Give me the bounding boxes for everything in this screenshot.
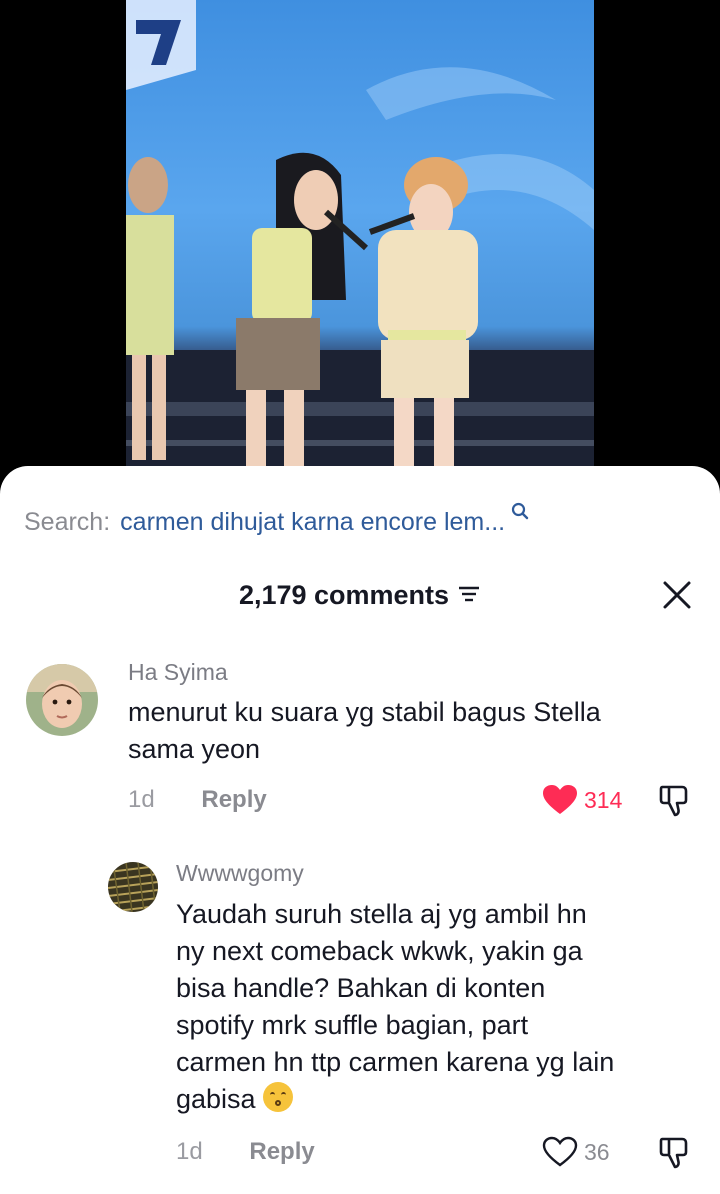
comment-text-line: gabisa bbox=[176, 1081, 614, 1118]
thumbs-down-icon[interactable] bbox=[658, 784, 694, 818]
like-button[interactable]: 36 bbox=[542, 1136, 610, 1168]
dislike-button[interactable] bbox=[658, 1136, 694, 1175]
comment-text: Yaudah suruh stella aj yg ambil hn ny ne… bbox=[176, 896, 614, 1118]
comment-username[interactable]: Wwwwgomy bbox=[176, 860, 304, 887]
like-count: 36 bbox=[584, 1138, 610, 1165]
comment-text-line: spotify mrk suffle bagian, part bbox=[176, 1010, 529, 1040]
comment-text-line: menurut ku suara yg stabil bagus Stella bbox=[128, 697, 601, 727]
comments-sheet: Search: carmen dihujat karna encore lem.… bbox=[0, 466, 720, 1194]
search-icon[interactable] bbox=[511, 498, 529, 527]
like-count: 314 bbox=[584, 786, 623, 813]
dislike-button[interactable] bbox=[658, 784, 694, 823]
comment-text-line: carmen hn ttp carmen karena yg lain bbox=[176, 1047, 615, 1077]
comment-meta: 1d Reply bbox=[128, 786, 267, 814]
comment-text-line: bisa handle? Bahkan di konten bbox=[176, 973, 546, 1003]
avatar[interactable] bbox=[26, 664, 98, 736]
sort-filter-icon[interactable] bbox=[457, 580, 481, 611]
like-button[interactable]: 314 bbox=[542, 784, 622, 816]
reply-button[interactable]: Reply bbox=[249, 1138, 314, 1165]
comment-text-line: sama yeon bbox=[128, 734, 261, 764]
thumbs-down-icon[interactable] bbox=[658, 1136, 694, 1170]
heart-outline-icon[interactable] bbox=[542, 1136, 578, 1168]
video-still-image bbox=[126, 0, 594, 466]
search-suggestion[interactable]: Search: carmen dihujat karna encore lem.… bbox=[24, 502, 529, 540]
comment-time: 1d bbox=[128, 786, 155, 813]
avatar[interactable] bbox=[108, 862, 158, 912]
comment-count-label: 2,179 comments bbox=[238, 580, 450, 610]
close-icon[interactable] bbox=[660, 578, 694, 612]
video-player[interactable] bbox=[0, 0, 720, 500]
comment-username[interactable]: Ha Syima bbox=[128, 659, 228, 686]
close-button[interactable] bbox=[660, 578, 694, 612]
comment-text: menurut ku suara yg stabil bagus Stella … bbox=[128, 694, 601, 768]
search-query-link[interactable]: carmen dihujat karna encore lem... bbox=[120, 508, 505, 537]
comment-meta: 1d Reply bbox=[176, 1138, 315, 1166]
comment-time: 1d bbox=[176, 1138, 203, 1165]
comments-header: 2,179 comments bbox=[0, 574, 720, 618]
kissing-face-emoji-icon bbox=[263, 1082, 294, 1112]
comment-text-line: Yaudah suruh stella aj yg ambil hn bbox=[176, 899, 587, 929]
comment-text-line: ny next comeback wkwk, yakin ga bbox=[176, 936, 583, 966]
heart-filled-icon[interactable] bbox=[542, 784, 578, 816]
search-prefix: Search: bbox=[24, 507, 111, 536]
reply-button[interactable]: Reply bbox=[201, 786, 266, 813]
video-frame[interactable] bbox=[126, 0, 594, 466]
